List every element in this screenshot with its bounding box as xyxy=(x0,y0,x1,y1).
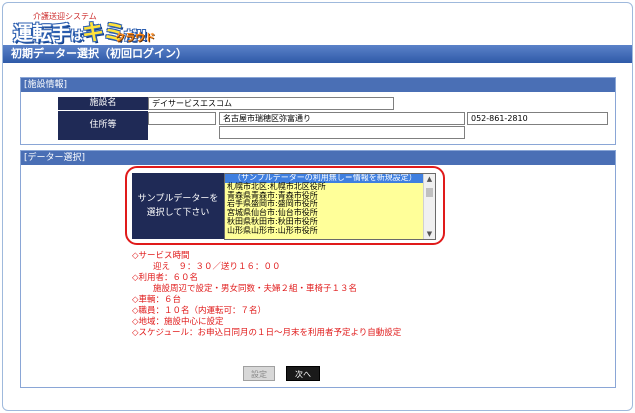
info-line: ◇職員：１０名（内運転可：７名） xyxy=(132,306,267,316)
facility-name-field[interactable]: デイサービスエスコム xyxy=(148,97,394,110)
sample-data-label: サンプルデーターを 選択して下さい xyxy=(132,173,224,239)
sample-data-description: ◇サービス時間 迎え ９：３０／送り１６：００ ◇利用者：６０名 施設周辺で設定・男女… xyxy=(132,251,401,339)
facility-info-panel: [施設情報] 施設名 デイサービスエスコム 住所等 名古屋市瑞穂区弥富通り 05… xyxy=(20,77,616,145)
address-label: 住所等 xyxy=(58,111,148,140)
info-line: ◇利用者：６０名 xyxy=(132,273,199,283)
next-button[interactable]: 次へ xyxy=(286,366,320,381)
scroll-down-icon[interactable]: ▼ xyxy=(424,229,435,239)
set-button[interactable]: 設定 xyxy=(243,366,275,381)
info-line: ◇スケジュール：お申込日同月の１日〜月末を利用者予定より自動設定 xyxy=(132,328,402,338)
postal-code-field[interactable] xyxy=(148,112,216,125)
logo-cloud-text: クラウド xyxy=(115,33,155,44)
scroll-thumb[interactable] xyxy=(426,188,433,197)
listbox-scrollbar[interactable]: ▲ ▼ xyxy=(423,174,435,239)
app-logo: 介護送迎システム 運転手はキミだ!! クラウド xyxy=(11,9,161,46)
sample-data-listbox[interactable]: （サンプルデーターの利用無し＝情報を新規設定） 札幌市北区:札幌市北区役所 青森県青… xyxy=(224,173,436,240)
data-select-panel: [データー選択] サンプルデーターを 選択して下さい （サンプルデーターの利用無し… xyxy=(20,150,616,388)
info-line: 施設周辺で設定・男女同数・夫婦２組・車椅子１３名 xyxy=(153,284,358,294)
info-line: ◇サービス時間 xyxy=(132,251,190,261)
page-title: 初期データー選択（初回ログイン） xyxy=(3,45,632,63)
listbox-option[interactable]: 山形県山形市:山形市役所 xyxy=(225,226,435,236)
address-field[interactable]: 名古屋市瑞穂区弥富通り xyxy=(219,112,465,125)
facility-name-label: 施設名 xyxy=(58,97,148,110)
app-window: 介護送迎システム 運転手はキミだ!! クラウド 初期データー選択（初回ログイン）… xyxy=(2,2,633,411)
info-line: ◇地域：施設中心に設定 xyxy=(132,317,224,327)
scroll-up-icon[interactable]: ▲ xyxy=(424,174,435,184)
address2-field[interactable] xyxy=(219,126,465,139)
info-line: 迎え ９：３０／送り１６：００ xyxy=(153,262,281,272)
phone-field[interactable]: 052-861-2810 xyxy=(467,112,608,125)
info-line: ◇車輌：６台 xyxy=(132,295,182,305)
facility-section-header: [施設情報] xyxy=(21,78,615,92)
data-select-section-header: [データー選択] xyxy=(21,151,615,165)
